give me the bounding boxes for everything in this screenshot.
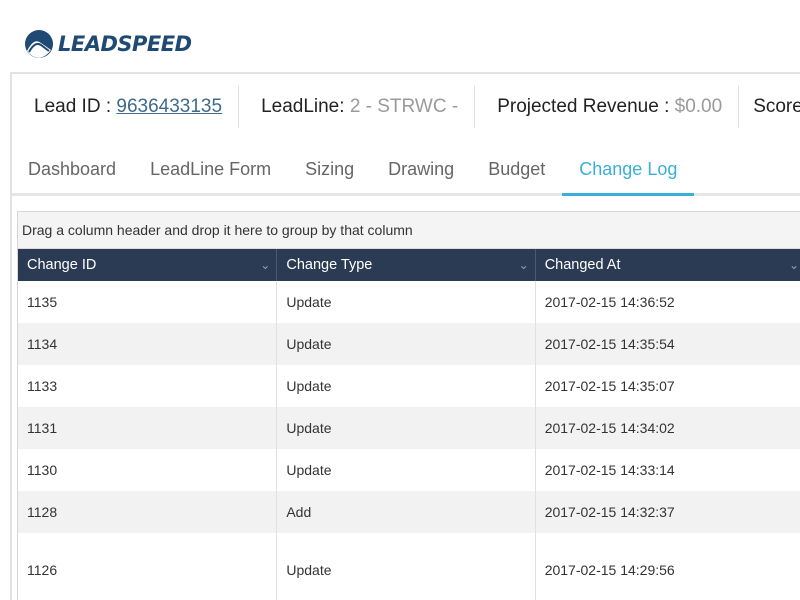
cell-change-type: Update [277,365,536,407]
lead-panel: Lead ID : 9636433135 LeadLine: 2 - STRWC… [10,72,800,600]
table-row[interactable]: 1131 Update 2017-02-15 14:34:02 [18,407,800,449]
tab-budget[interactable]: Budget [471,144,562,193]
lead-tabs: Dashboard LeadLine Form Sizing Drawing B… [12,144,800,196]
lead-id-field: Lead ID : 9636433135 [12,86,240,128]
cell-changed-at: 2017-02-15 14:35:54 [536,323,800,365]
column-header-label: Change Type [286,257,373,273]
change-log-grid: Drag a column header and drop it here to… [17,211,800,600]
column-header-changed-at[interactable]: Changed At ⌄ [536,249,800,281]
leadline-value: 2 - STRWC - [349,96,459,117]
tab-dashboard[interactable]: Dashboard [12,144,133,193]
chevron-down-icon[interactable]: ⌄ [519,249,529,281]
column-header-label: Changed At [544,257,621,273]
cell-change-type: Update [277,533,536,600]
lead-id-link[interactable]: 9636433135 [116,96,222,117]
column-header-change-id[interactable]: Change ID ⌄ [18,249,278,281]
cell-change-type: Update [277,323,536,365]
cell-change-id: 1134 [18,323,278,365]
cell-change-id: 1130 [18,449,278,491]
table-row[interactable]: 1134 Update 2017-02-15 14:35:54 [18,323,800,365]
table-row[interactable]: 1133 Update 2017-02-15 14:35:07 [18,365,800,407]
logo-text: LEADSPEED [58,32,192,56]
column-header-label: Change ID [27,257,97,273]
cell-change-id: 1128 [18,491,278,533]
cell-changed-at: 2017-02-15 14:34:02 [536,407,800,449]
grid-header-row: Change ID ⌄ Change Type ⌄ Changed At ⌄ [18,249,800,281]
tab-change-log[interactable]: Change Log [562,144,695,196]
score-label: Score [753,96,800,117]
leadline-field: LeadLine: 2 - STRWC - [239,86,476,128]
cell-change-type: Update [277,281,536,323]
table-row[interactable]: 1128 Add 2017-02-15 14:32:37 [18,491,800,533]
cell-changed-at: 2017-02-15 14:32:37 [536,491,800,533]
cell-change-id: 1135 [18,281,278,323]
projected-revenue-label: Projected Revenue : [497,96,675,117]
cell-change-id: 1131 [18,407,278,449]
cell-change-id: 1133 [18,365,278,407]
cell-change-type: Add [277,491,536,533]
tab-leadline-form[interactable]: LeadLine Form [133,144,288,193]
leadline-label: LeadLine: [261,96,350,117]
table-row[interactable]: 1135 Update 2017-02-15 14:36:52 [18,281,800,323]
tab-drawing[interactable]: Drawing [371,144,471,193]
cell-changed-at: 2017-02-15 14:33:14 [536,449,800,491]
leadspeed-logo[interactable]: LEADSPEED [24,28,192,60]
group-by-drop-zone[interactable]: Drag a column header and drop it here to… [18,212,800,249]
score-field: Score [739,86,800,128]
cell-change-type: Update [277,449,536,491]
lead-info-bar: Lead ID : 9636433135 LeadLine: 2 - STRWC… [12,74,800,140]
lead-id-label: Lead ID : [34,96,117,117]
cell-change-id: 1126 [18,533,278,600]
projected-revenue-value: $0.00 [674,96,723,117]
cell-change-type: Update [277,407,536,449]
cell-changed-at: 2017-02-15 14:36:52 [536,281,800,323]
cell-changed-at: 2017-02-15 14:29:56 [536,533,800,600]
table-row[interactable]: 1126 Update 2017-02-15 14:29:56 [18,533,800,600]
table-row[interactable]: 1130 Update 2017-02-15 14:33:14 [18,449,800,491]
chevron-down-icon[interactable]: ⌄ [789,249,799,281]
column-header-change-type[interactable]: Change Type ⌄ [277,249,536,281]
cell-changed-at: 2017-02-15 14:35:07 [536,365,800,407]
tab-sizing[interactable]: Sizing [288,144,371,193]
projected-revenue-field: Projected Revenue : $0.00 [475,86,740,128]
chevron-down-icon[interactable]: ⌄ [260,249,270,281]
leadspeed-logo-icon [25,30,53,58]
